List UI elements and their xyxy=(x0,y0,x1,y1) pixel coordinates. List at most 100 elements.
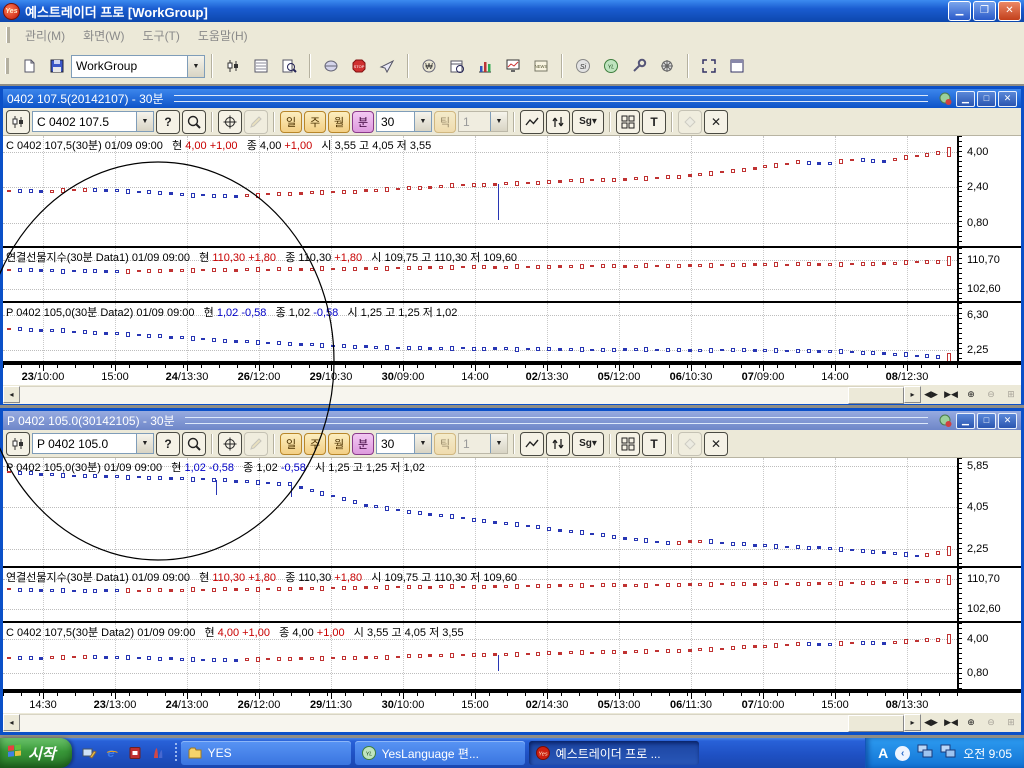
wrench-icon[interactable] xyxy=(626,53,652,79)
expand-bars-button[interactable]: ◀▶ xyxy=(921,714,941,731)
minimize-button[interactable]: ▁ xyxy=(948,1,971,21)
close-chart-button[interactable]: ✕ xyxy=(704,432,728,456)
yl-badge-icon[interactable]: YL xyxy=(598,53,624,79)
scroll-right-button[interactable]: ▸ xyxy=(904,386,921,403)
bar-chart-icon[interactable] xyxy=(472,53,498,79)
send-icon[interactable] xyxy=(374,53,400,79)
menu-item-4[interactable]: 도움말(H) xyxy=(189,24,257,47)
workgroup-combo[interactable]: WorkGroup▼ xyxy=(71,55,205,78)
zoom-out-button[interactable]: ⊖ xyxy=(981,714,1001,731)
zoom-in-button[interactable]: ⊕ xyxy=(961,386,981,403)
start-button[interactable]: 시작 xyxy=(0,738,72,768)
chevron-down-icon[interactable]: ▼ xyxy=(414,434,431,453)
zoom-button[interactable] xyxy=(182,110,206,134)
crosshair-button[interactable] xyxy=(218,432,242,456)
shape-tool-button[interactable] xyxy=(678,432,702,456)
period-button-주[interactable]: 주 xyxy=(304,433,326,455)
tick-count-combo[interactable]: 1▼ xyxy=(458,111,508,132)
menu-item-1[interactable]: 관리(M) xyxy=(16,24,74,47)
chevron-down-icon[interactable]: ▼ xyxy=(414,112,431,131)
new-workspace-icon[interactable] xyxy=(16,53,42,79)
period-button-일[interactable]: 일 xyxy=(280,433,302,455)
shape-tool-button[interactable] xyxy=(678,110,702,134)
restore-button[interactable]: ❐ xyxy=(973,1,996,21)
period-button-월[interactable]: 월 xyxy=(328,433,350,455)
tick-button[interactable]: 틱 xyxy=(434,433,456,455)
zoom-in-button[interactable]: ⊕ xyxy=(961,714,981,731)
line-mode-button[interactable] xyxy=(520,110,544,134)
crosshair-button[interactable] xyxy=(218,110,242,134)
candlestick-chart-icon[interactable] xyxy=(220,53,246,79)
ie-icon[interactable]: e xyxy=(104,745,120,761)
close-chart-button[interactable]: ✕ xyxy=(704,110,728,134)
tick-button[interactable]: 틱 xyxy=(434,111,456,133)
period-button-월[interactable]: 월 xyxy=(328,111,350,133)
interval-combo[interactable]: 30▼ xyxy=(376,111,432,132)
calendar-search-icon[interactable] xyxy=(444,53,470,79)
menu-item-3[interactable]: 도구(T) xyxy=(133,24,188,47)
symbol-combo[interactable]: P 0402 105.0▼ xyxy=(32,433,154,454)
pencil-button[interactable] xyxy=(244,432,268,456)
grid-layout-button[interactable] xyxy=(616,110,640,134)
quote-list-icon[interactable] xyxy=(248,53,274,79)
chart-close-button[interactable]: ✕ xyxy=(998,91,1017,107)
interval-combo[interactable]: 30▼ xyxy=(376,433,432,454)
multi-grid-button[interactable]: ⊞ xyxy=(1001,386,1021,403)
stop-icon[interactable]: STOP xyxy=(346,53,372,79)
doc-search-icon[interactable] xyxy=(276,53,302,79)
save-icon[interactable] xyxy=(44,53,70,79)
multi-grid-button[interactable]: ⊞ xyxy=(1001,714,1021,731)
task-button[interactable]: YLYesLanguage 편... xyxy=(355,741,525,765)
panel-icon[interactable] xyxy=(724,53,750,79)
network-icon[interactable] xyxy=(940,743,956,764)
symbol-combo[interactable]: C 0402 107.5▼ xyxy=(32,111,154,132)
scrollbar-thumb[interactable] xyxy=(848,387,904,404)
alert-bulb-icon[interactable] xyxy=(938,91,954,106)
chevron-down-icon[interactable]: ▼ xyxy=(136,112,153,131)
chart-maximize-button[interactable]: □ xyxy=(977,91,996,107)
news-icon[interactable]: NEWS xyxy=(528,53,554,79)
candlestick-mode-icon[interactable] xyxy=(6,110,30,134)
updown-button[interactable] xyxy=(546,432,570,456)
expand-bars-button[interactable]: ◀▶ xyxy=(921,386,941,403)
text-tool-button[interactable]: T xyxy=(642,432,666,456)
won-globe-icon[interactable]: ₩ xyxy=(416,53,442,79)
period-button-분[interactable]: 분 xyxy=(352,433,374,455)
chart-minimize-button[interactable]: ▁ xyxy=(956,91,975,107)
signal-button[interactable]: Sg▾ xyxy=(572,432,604,456)
chevron-down-icon[interactable]: ▼ xyxy=(136,434,153,453)
scrollbar-track[interactable] xyxy=(20,386,904,404)
compress-bars-button[interactable]: ▶◀ xyxy=(941,386,961,403)
comm-icon[interactable] xyxy=(318,53,344,79)
tick-count-combo[interactable]: 1▼ xyxy=(458,433,508,454)
show-desktop-icon[interactable] xyxy=(81,745,97,761)
gear-badge-icon[interactable] xyxy=(654,53,680,79)
period-button-일[interactable]: 일 xyxy=(280,111,302,133)
zoom-button[interactable] xyxy=(182,432,206,456)
si-badge-icon[interactable]: Si xyxy=(570,53,596,79)
monitor-chart-icon[interactable] xyxy=(500,53,526,79)
grid-layout-button[interactable] xyxy=(616,432,640,456)
menu-item-2[interactable]: 화면(W) xyxy=(74,24,133,47)
chart-maximize-button[interactable]: □ xyxy=(977,413,996,429)
scroll-left-button[interactable]: ◂ xyxy=(3,386,20,403)
chart-minimize-button[interactable]: ▁ xyxy=(956,413,975,429)
scrollbar-thumb[interactable] xyxy=(848,715,904,732)
line-mode-button[interactable] xyxy=(520,432,544,456)
text-tool-button[interactable]: T xyxy=(642,110,666,134)
network-icon[interactable] xyxy=(917,743,933,764)
task-button[interactable]: YES xyxy=(181,741,351,765)
candlestick-mode-icon[interactable] xyxy=(6,432,30,456)
signal-button[interactable]: Sg▾ xyxy=(572,110,604,134)
chevron-down-icon[interactable]: ▼ xyxy=(187,56,204,77)
scroll-right-button[interactable]: ▸ xyxy=(904,714,921,731)
ime-indicator[interactable]: A xyxy=(878,745,888,761)
task-button[interactable]: Yes예스트레이더 프로 ... xyxy=(529,741,699,765)
pencil-button[interactable] xyxy=(244,110,268,134)
period-button-주[interactable]: 주 xyxy=(304,111,326,133)
expand-icon[interactable] xyxy=(696,53,722,79)
help-button[interactable]: ? xyxy=(156,110,180,134)
chart-close-button[interactable]: ✕ xyxy=(998,413,1017,429)
close-button[interactable]: ✕ xyxy=(998,1,1021,21)
help-button[interactable]: ? xyxy=(156,432,180,456)
